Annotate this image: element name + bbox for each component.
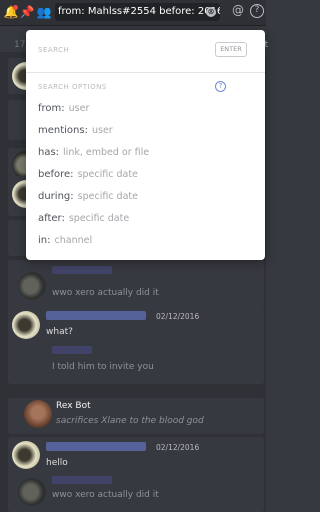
option-key: after: bbox=[38, 213, 65, 224]
avatar bbox=[18, 478, 46, 506]
search-option-after[interactable]: after: specific date bbox=[38, 213, 129, 224]
search-result[interactable]: wwo xero actually did it bbox=[8, 260, 264, 306]
search-option-mentions[interactable]: mentions: user bbox=[38, 125, 113, 136]
mention-icon[interactable]: @ bbox=[232, 3, 244, 17]
message-date: 02/12/2016 bbox=[156, 312, 200, 321]
author-name[interactable] bbox=[46, 311, 146, 320]
option-hint: link, embed or file bbox=[63, 147, 150, 158]
message-text: what? bbox=[46, 327, 73, 337]
message-text: sacrifices Xlane to the blood god bbox=[56, 416, 204, 426]
channel-header: 🔔 📌 👥 from: Mahlss#2554 before: 2016- ⊗ … bbox=[0, 0, 266, 26]
author-name[interactable] bbox=[46, 442, 146, 451]
search-options-dropdown: SEARCH ENTER SEARCH OPTIONS ? from: user … bbox=[26, 30, 265, 260]
option-key: mentions: bbox=[38, 125, 88, 136]
enter-button[interactable]: ENTER bbox=[215, 42, 247, 57]
option-hint: channel bbox=[54, 235, 93, 246]
help-icon[interactable]: ? bbox=[250, 4, 264, 18]
search-help-icon[interactable]: ? bbox=[215, 81, 226, 92]
author-name[interactable] bbox=[52, 476, 112, 484]
bell-icon[interactable]: 🔔 bbox=[3, 4, 19, 20]
option-hint: specific date bbox=[77, 191, 138, 202]
option-hint: specific date bbox=[77, 169, 138, 180]
notification-dot bbox=[13, 5, 18, 10]
author-name[interactable] bbox=[52, 266, 112, 274]
search-input[interactable]: from: Mahlss#2554 before: 2016- ⊗ bbox=[55, 3, 220, 21]
search-query: from: Mahlss#2554 before: 2016- bbox=[58, 6, 220, 17]
search-label: SEARCH bbox=[38, 46, 70, 54]
search-option-from[interactable]: from: user bbox=[38, 103, 89, 114]
option-key: in: bbox=[38, 235, 51, 246]
avatar bbox=[12, 441, 40, 469]
search-result[interactable]: wwo xero actually did it bbox=[8, 472, 264, 512]
option-key: from: bbox=[38, 103, 65, 114]
message-text: hello bbox=[46, 458, 68, 468]
message-text: wwo xero actually did it bbox=[52, 490, 159, 500]
author-name[interactable] bbox=[52, 346, 92, 354]
option-key: during: bbox=[38, 191, 74, 202]
option-hint: user bbox=[68, 103, 90, 114]
clear-search-icon[interactable]: ⊗ bbox=[206, 7, 216, 17]
search-option-has[interactable]: has: link, embed or file bbox=[38, 147, 149, 158]
message-text: I told him to invite you bbox=[52, 362, 154, 372]
search-result[interactable]: Rex Bot sacrifices Xlane to the blood go… bbox=[8, 398, 264, 434]
search-option-in[interactable]: in: channel bbox=[38, 235, 92, 246]
search-option-before[interactable]: before: specific date bbox=[38, 169, 138, 180]
message-text: wwo xero actually did it bbox=[52, 288, 159, 298]
message-date: 02/12/2016 bbox=[156, 443, 200, 452]
avatar bbox=[18, 272, 46, 300]
search-result-highlighted[interactable]: 02/12/2016 hello bbox=[8, 437, 264, 473]
divider bbox=[26, 72, 265, 73]
avatar bbox=[12, 311, 40, 339]
pin-icon[interactable]: 📌 bbox=[19, 4, 35, 20]
option-hint: specific date bbox=[68, 213, 130, 224]
search-result[interactable]: I told him to invite you bbox=[8, 340, 264, 384]
results-count: 17 bbox=[14, 40, 26, 50]
option-key: before: bbox=[38, 169, 74, 180]
search-options-label: SEARCH OPTIONS bbox=[38, 83, 107, 91]
search-result-highlighted[interactable]: 02/12/2016 what? bbox=[8, 305, 264, 345]
avatar bbox=[24, 400, 52, 428]
search-option-during[interactable]: during: specific date bbox=[38, 191, 138, 202]
option-key: has: bbox=[38, 147, 60, 158]
author-name[interactable]: Rex Bot bbox=[56, 401, 91, 411]
members-icon[interactable]: 👥 bbox=[36, 4, 52, 20]
option-hint: user bbox=[91, 125, 113, 136]
